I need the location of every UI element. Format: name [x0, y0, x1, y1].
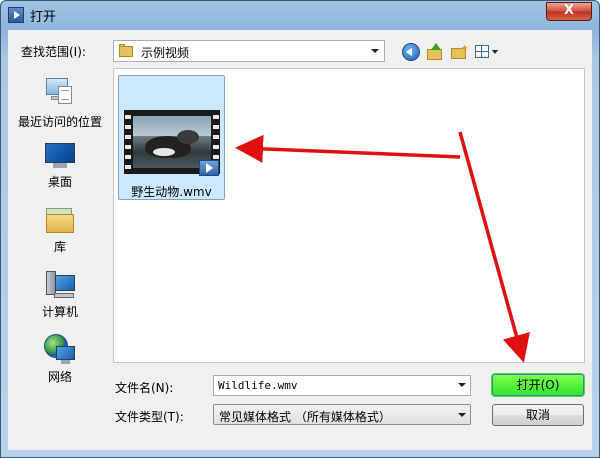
recent-places-icon — [44, 74, 76, 106]
file-item-selected[interactable]: 野生动物.wmv — [118, 75, 225, 200]
file-name: 野生动物.wmv — [131, 185, 212, 199]
filetype-dropdown[interactable]: 常见媒体格式 （所有媒体格式） — [213, 404, 471, 425]
place-label: 桌面 — [47, 175, 72, 189]
place-label: 最近访问的位置 — [17, 115, 102, 129]
view-menu-icon[interactable] — [475, 43, 499, 61]
open-button[interactable]: 打开(O) — [492, 374, 584, 396]
desktop-icon — [44, 140, 76, 172]
computer-icon — [44, 269, 76, 301]
lookin-label: 查找范围(I): — [21, 45, 86, 59]
play-icon — [199, 160, 219, 176]
chevron-down-icon[interactable] — [458, 383, 466, 387]
place-recent[interactable]: 最近访问的位置 — [14, 74, 106, 132]
back-icon[interactable] — [402, 43, 420, 61]
file-list-pane[interactable]: 野生动物.wmv — [113, 68, 585, 363]
folder-icon — [119, 44, 135, 57]
network-icon — [44, 334, 76, 366]
media-player-icon — [8, 7, 24, 23]
place-computer[interactable]: 计算机 — [14, 269, 106, 323]
up-folder-icon[interactable] — [426, 43, 444, 61]
new-folder-icon[interactable]: ✦ — [450, 43, 469, 61]
close-button[interactable]: X — [546, 2, 592, 21]
places-bar: 最近访问的位置 桌面 库 计算机 网络 — [14, 68, 106, 442]
libraries-icon — [44, 204, 76, 236]
lookin-dropdown[interactable]: 示例视频 — [113, 40, 385, 62]
filetype-value: 常见媒体格式 （所有媒体格式） — [219, 410, 391, 424]
cancel-button[interactable]: 取消 — [492, 404, 584, 426]
filetype-label: 文件类型(T): — [115, 410, 184, 424]
filename-value: Wildlife.wmv — [218, 379, 298, 392]
place-desktop[interactable]: 桌面 — [14, 140, 106, 192]
place-network[interactable]: 网络 — [14, 334, 106, 388]
filename-input[interactable]: Wildlife.wmv — [213, 375, 471, 396]
chevron-down-icon[interactable] — [371, 49, 379, 53]
place-label: 库 — [53, 240, 66, 254]
place-label: 网络 — [47, 370, 72, 384]
chevron-down-icon[interactable] — [458, 413, 466, 417]
title-bar[interactable]: 打开 X — [1, 1, 599, 29]
place-label: 计算机 — [41, 305, 78, 319]
lookin-value: 示例视频 — [141, 46, 190, 60]
window-title: 打开 — [30, 10, 57, 25]
filename-label: 文件名(N): — [115, 381, 174, 395]
place-libraries[interactable]: 库 — [14, 204, 106, 256]
